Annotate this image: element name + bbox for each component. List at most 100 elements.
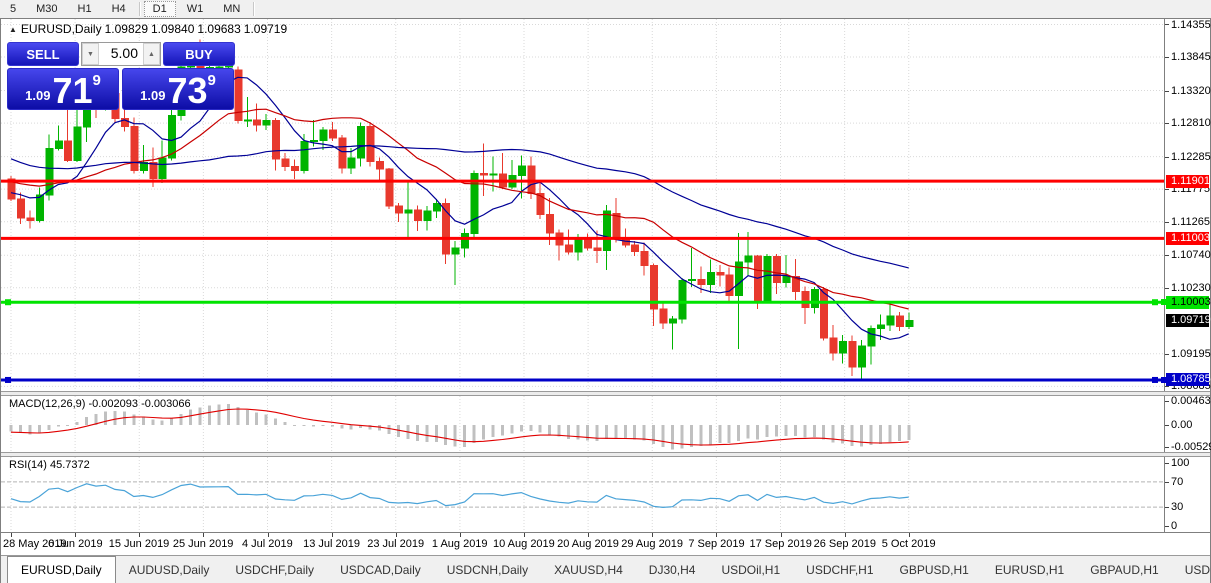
macd-axis: 0.004630.00-0.005299 bbox=[1164, 396, 1210, 452]
timeframe-button-m30[interactable]: M30 bbox=[27, 1, 66, 17]
price-badge: 1.11003 bbox=[1166, 232, 1209, 245]
info-open: 1.09829 bbox=[105, 22, 148, 36]
toolbar-separator bbox=[139, 2, 140, 16]
chart-tab-usdcnh-daily[interactable]: USDCNH,Daily bbox=[434, 556, 541, 583]
chart-tab-gbpusd-h1[interactable]: GBPUSD,H1 bbox=[887, 556, 982, 583]
date-tick bbox=[396, 533, 397, 537]
axis-tick bbox=[1165, 482, 1169, 483]
date-label: 20 Aug 2019 bbox=[557, 538, 619, 550]
price-badge: 1.09719 bbox=[1166, 314, 1209, 327]
chart-tab-gbpaud-h1[interactable]: GBPAUD,H1 bbox=[1077, 556, 1171, 583]
date-tick bbox=[652, 533, 653, 537]
axis-tick bbox=[1165, 463, 1169, 464]
timeframe-button-h1[interactable]: H1 bbox=[69, 1, 101, 17]
buy-button[interactable]: BUY bbox=[163, 42, 235, 66]
line-handle[interactable] bbox=[1161, 377, 1167, 383]
axis-tick bbox=[1165, 288, 1169, 289]
axis-tick bbox=[1165, 386, 1169, 387]
info-arrow-icon: ▲ bbox=[9, 25, 17, 34]
axis-tick bbox=[1165, 526, 1169, 527]
axis-tick bbox=[1165, 57, 1169, 58]
buy-price-pip: 9 bbox=[208, 72, 216, 89]
rsi-tick-label: 100 bbox=[1171, 457, 1189, 469]
date-tick bbox=[460, 533, 461, 537]
timeframe-button-mn[interactable]: MN bbox=[214, 1, 249, 17]
sell-price-big: 71 bbox=[52, 76, 92, 106]
axis-tick bbox=[1165, 91, 1169, 92]
date-tick bbox=[203, 533, 204, 537]
volume-value[interactable]: 5.00 bbox=[99, 43, 143, 65]
timeframe-button-5[interactable]: 5 bbox=[1, 1, 25, 17]
rsi-tick-label: 70 bbox=[1171, 476, 1183, 488]
date-label: 7 Sep 2019 bbox=[688, 538, 744, 550]
line-handle[interactable] bbox=[1152, 377, 1158, 383]
date-label: 1 Aug 2019 bbox=[432, 538, 488, 550]
date-tick bbox=[75, 533, 76, 537]
date-label: 5 Oct 2019 bbox=[882, 538, 936, 550]
toolbar-separator bbox=[253, 2, 254, 16]
date-tick bbox=[781, 533, 782, 537]
date-label: 15 Jun 2019 bbox=[109, 538, 170, 550]
timeframe-button-w1[interactable]: W1 bbox=[178, 1, 213, 17]
sell-price-prefix: 1.09 bbox=[25, 88, 50, 103]
rsi-label: RSI(14) 45.7372 bbox=[9, 459, 90, 471]
buy-price-big: 73 bbox=[167, 76, 207, 106]
timeframe-button-d1[interactable]: D1 bbox=[144, 1, 176, 17]
axis-tick bbox=[1165, 447, 1169, 448]
axis-tick bbox=[1165, 401, 1169, 402]
chart-tab-eurusd-h1[interactable]: EURUSD,H1 bbox=[982, 556, 1077, 583]
volume-increase-button[interactable]: ▲ bbox=[143, 43, 160, 65]
axis-tick bbox=[1165, 222, 1169, 223]
timeframe-button-h4[interactable]: H4 bbox=[103, 1, 135, 17]
chart-tab-eurusd-daily[interactable]: EURUSD,Daily bbox=[7, 556, 116, 583]
macd-pane[interactable]: MACD(12,26,9) -0.002093 -0.003066 bbox=[1, 396, 1164, 452]
price-tick-label: 1.10230 bbox=[1171, 282, 1211, 294]
axis-tick bbox=[1165, 123, 1169, 124]
line-handle[interactable] bbox=[1152, 299, 1158, 305]
line-handle[interactable] bbox=[5, 377, 11, 383]
price-pane[interactable]: ▲EURUSD,Daily1.098291.098401.096831.0971… bbox=[1, 19, 1164, 391]
price-tick-label: 1.09195 bbox=[1171, 348, 1211, 360]
price-badge: 1.10003 bbox=[1166, 296, 1209, 309]
macd-tick-label: -0.005299 bbox=[1171, 441, 1211, 453]
chart-tab-usdchf-h1[interactable]: USDCHF,H1 bbox=[793, 556, 886, 583]
chart-tab-usdcad-daily[interactable]: USDCAD,Daily bbox=[327, 556, 434, 583]
rsi-axis: 100 70 30 0 bbox=[1164, 457, 1210, 532]
one-click-trading-panel: SELL ▼ 5.00 ▲ BUY 1.09 71 9 1.09 bbox=[7, 42, 235, 110]
date-tick bbox=[845, 533, 846, 537]
date-label: 29 Aug 2019 bbox=[621, 538, 683, 550]
date-tick bbox=[139, 533, 140, 537]
price-badge: 1.11901 bbox=[1166, 175, 1209, 188]
line-handle[interactable] bbox=[5, 299, 11, 305]
chart-tab-xauusd-h4[interactable]: XAUUSD,H4 bbox=[541, 556, 636, 583]
price-tick-label: 1.10740 bbox=[1171, 249, 1211, 261]
macd-tick-label: 0.00463 bbox=[1171, 395, 1211, 407]
rsi-tick-label: 0 bbox=[1171, 520, 1177, 532]
chart-window: ▲EURUSD,Daily1.098291.098401.096831.0971… bbox=[0, 18, 1211, 583]
arrow-down-icon: ▼ bbox=[87, 51, 94, 58]
chart-tab-usdoil-h1[interactable]: USDOil,H1 bbox=[708, 556, 793, 583]
sell-price-display[interactable]: 1.09 71 9 bbox=[7, 68, 119, 110]
date-tick bbox=[909, 533, 910, 537]
volume-decrease-button[interactable]: ▼ bbox=[82, 43, 99, 65]
price-tick-label: 1.12285 bbox=[1171, 151, 1211, 163]
date-tick bbox=[716, 533, 717, 537]
chart-tab-audusd-daily[interactable]: AUDUSD,Daily bbox=[116, 556, 223, 583]
axis-tick bbox=[1165, 354, 1169, 355]
chart-tab-dj30-h4[interactable]: DJ30,H4 bbox=[636, 556, 709, 583]
chart-tab-usdjp[interactable]: USDJP bbox=[1172, 556, 1210, 583]
axis-tick bbox=[1165, 24, 1169, 25]
macd-label: MACD(12,26,9) -0.002093 -0.003066 bbox=[9, 398, 191, 410]
info-close: 1.09719 bbox=[244, 22, 287, 36]
date-label: 25 Jun 2019 bbox=[173, 538, 234, 550]
line-handle[interactable] bbox=[1161, 299, 1167, 305]
sell-button[interactable]: SELL bbox=[7, 42, 79, 66]
price-tick-label: 1.13845 bbox=[1171, 51, 1211, 63]
rsi-tick-label: 30 bbox=[1171, 501, 1183, 513]
rsi-pane[interactable]: RSI(14) 45.7372 bbox=[1, 457, 1164, 532]
date-label: 6 Jun 2019 bbox=[48, 538, 102, 550]
rsi-chart bbox=[1, 457, 1164, 532]
date-label: 17 Sep 2019 bbox=[750, 538, 812, 550]
chart-tab-usdchf-daily[interactable]: USDCHF,Daily bbox=[222, 556, 327, 583]
buy-price-display[interactable]: 1.09 73 9 bbox=[122, 68, 234, 110]
